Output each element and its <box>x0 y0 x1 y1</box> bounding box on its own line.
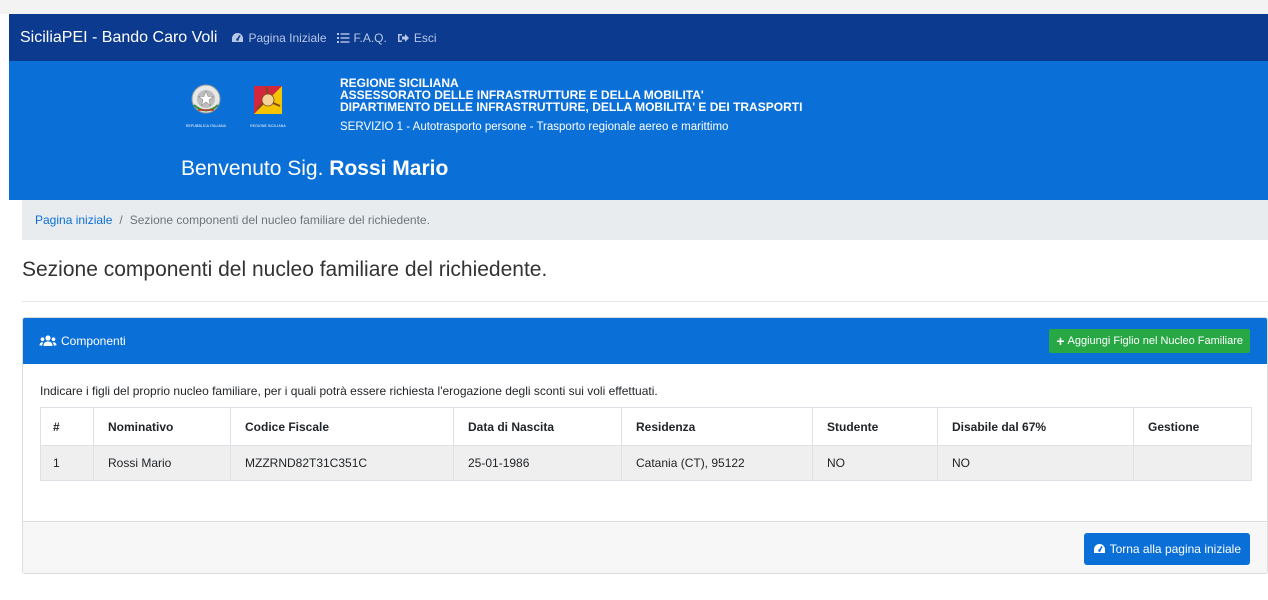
col-header-birth-date: Data di Nascita <box>453 407 622 446</box>
add-child-button[interactable]: + Aggiungi Figlio nel Nucleo Familiare <box>1049 329 1250 353</box>
breadcrumb-current: Sezione componenti del nucleo familiare … <box>129 213 430 227</box>
italian-republic-emblem: REPUBBLICA ITALIANA <box>176 83 236 138</box>
sicily-trinacria-flag: REGIONE SICILIANA <box>238 83 298 138</box>
breadcrumb: Pagina iniziale / Sezione componenti del… <box>22 200 1268 240</box>
page: SiciliaPEI - Bando Caro Voli Pagina Iniz… <box>0 0 1268 600</box>
col-header-student: Studente <box>812 407 938 446</box>
divider <box>22 301 1268 302</box>
col-header-management: Gestione <box>1133 407 1252 446</box>
col-header-tax-code: Codice Fiscale <box>230 407 454 446</box>
org-line-dipartimento: DIPARTIMENTO DELLE INFRASTRUTTURE, DELLA… <box>340 100 803 114</box>
breadcrumb-separator: / <box>119 213 123 227</box>
tachometer-icon <box>1093 544 1105 553</box>
col-header-disability: Disabile dal 67% <box>937 407 1134 446</box>
nav-link-logout[interactable]: Esci <box>397 31 437 45</box>
header-banner: REPUBBLICA ITALIANA REGIONE SICILIANA RE… <box>9 61 1268 200</box>
users-icon <box>39 335 57 346</box>
cell-residence: Catania (CT), 95122 <box>621 445 813 481</box>
org-service-line: SERVIZIO 1 - Autotrasporto persone - Tra… <box>340 121 729 133</box>
sicily-trinacria-flag-icon <box>254 86 282 114</box>
tachometer-icon <box>232 32 244 42</box>
cell-birth-date: 25-01-1986 <box>453 445 622 481</box>
nav-link-faq-label: F.A.Q. <box>353 30 387 45</box>
cell-name: Rossi Mario <box>93 445 231 481</box>
nav-link-logout-label: Esci <box>413 30 437 45</box>
card-header: Componenti + Aggiungi Figlio nel Nucleo … <box>23 318 1267 364</box>
list-icon <box>336 32 349 43</box>
back-home-button[interactable]: Torna alla pagina iniziale <box>1083 533 1250 565</box>
cell-number: 1 <box>40 445 94 481</box>
welcome-user-name: Rossi Mario <box>329 157 449 180</box>
card-footer: Torna alla pagina iniziale <box>23 521 1267 573</box>
plus-icon: + <box>1056 333 1065 349</box>
top-strip <box>0 0 1268 14</box>
sign-out-icon <box>397 33 409 42</box>
welcome-message: Benvenuto Sig. Rossi Mario <box>181 157 448 181</box>
navbar-brand[interactable]: SiciliaPEI - Bando Caro Voli <box>20 29 217 47</box>
col-header-residence: Residenza <box>621 407 813 446</box>
welcome-prefix: Benvenuto Sig. <box>181 157 324 180</box>
italian-republic-emblem-icon <box>191 84 221 114</box>
instructions-text: Indicare i figli del proprio nucleo fami… <box>40 384 658 398</box>
breadcrumb-home-link[interactable]: Pagina iniziale <box>35 213 112 227</box>
card-title: Componenti <box>61 334 126 348</box>
nav-link-faq[interactable]: F.A.Q. <box>336 30 387 45</box>
table-row: 1 Rossi Mario MZZRND82T31C351C 25-01-198… <box>40 445 1252 481</box>
col-header-name: Nominativo <box>93 407 231 446</box>
nav-link-home[interactable]: Pagina Iniziale <box>231 30 327 45</box>
cell-disability: NO <box>937 445 1134 481</box>
organization-block: REGIONE SICILIANA ASSESSORATO DELLE INFR… <box>340 77 802 133</box>
add-child-button-label: Aggiungi Figlio nel Nucleo Familiare <box>1067 335 1243 347</box>
page-title: Sezione componenti del nucleo familiare … <box>22 258 548 281</box>
nav-link-home-label: Pagina Iniziale <box>248 30 327 45</box>
col-header-number: # <box>40 407 94 446</box>
cell-tax-code: MZZRND82T31C351C <box>230 445 454 481</box>
table-header-row: # Nominativo Codice Fiscale Data di Nasc… <box>40 407 1252 446</box>
cell-management <box>1133 445 1252 481</box>
components-card: Componenti + Aggiungi Figlio nel Nucleo … <box>22 317 1268 574</box>
cell-student: NO <box>812 445 938 481</box>
navbar: SiciliaPEI - Bando Caro Voli Pagina Iniz… <box>9 14 1268 61</box>
sicily-caption: REGIONE SICILIANA <box>250 124 286 128</box>
back-home-button-label: Torna alla pagina iniziale <box>1109 542 1241 556</box>
family-members-table: # Nominativo Codice Fiscale Data di Nasc… <box>40 407 1252 481</box>
italian-republic-caption: REPUBBLICA ITALIANA <box>185 124 227 128</box>
